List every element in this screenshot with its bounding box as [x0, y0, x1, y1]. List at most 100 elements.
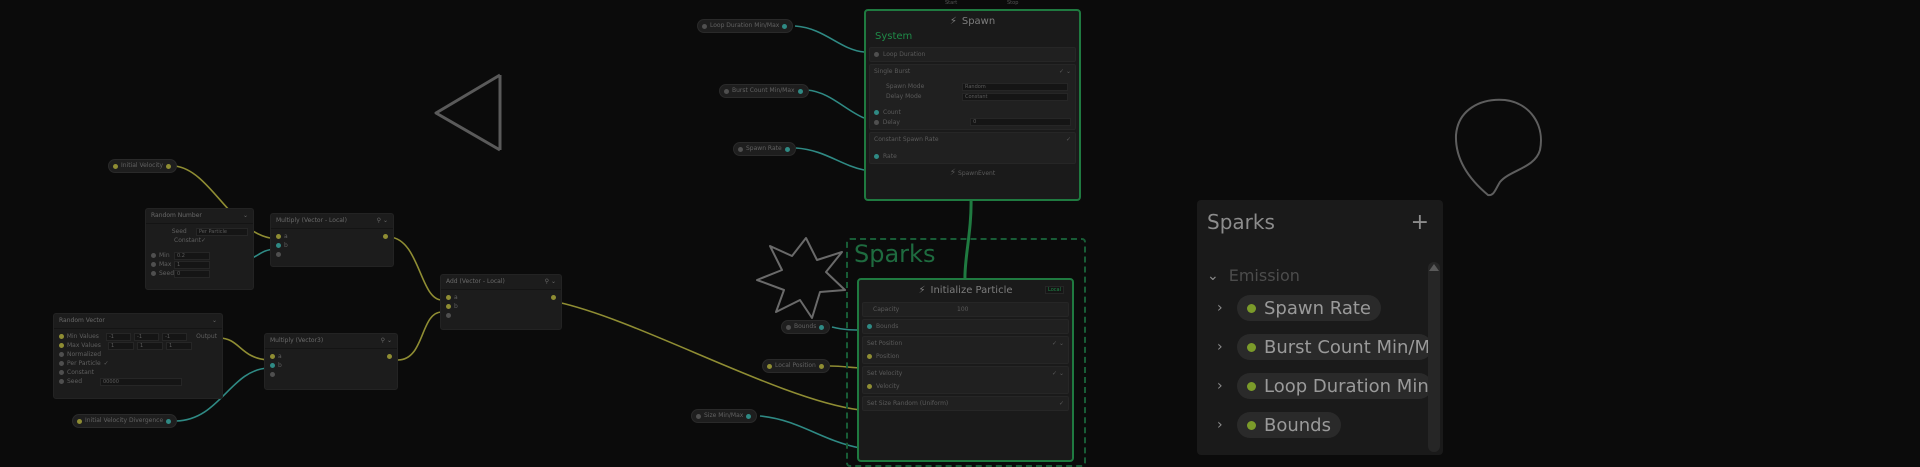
property-label[interactable]: Spawn Rate: [1264, 298, 1371, 319]
max-y-field[interactable]: 1: [137, 341, 163, 350]
port-icon[interactable]: [151, 262, 156, 267]
blackboard-item[interactable]: › Bounds: [1217, 412, 1341, 438]
context-spawn[interactable]: ⚡ Spawn System Loop Duration Single Burst…: [864, 9, 1081, 201]
min-x-field[interactable]: -1: [105, 332, 132, 341]
spawn-mode-dropdown[interactable]: Random: [962, 83, 1068, 91]
port-icon[interactable]: [276, 243, 281, 248]
property-initial-velocity[interactable]: Initial Velocity: [108, 159, 178, 173]
port-icon[interactable]: [59, 334, 64, 339]
blackboard-item[interactable]: › Spawn Rate: [1217, 295, 1382, 321]
blackboard-item[interactable]: › Burst Count Min/Max: [1217, 334, 1432, 360]
delay-mode-dropdown[interactable]: Constant: [962, 93, 1068, 101]
checkbox-icon[interactable]: ✓: [1059, 400, 1064, 407]
chevron-right-icon[interactable]: ›: [1217, 378, 1227, 394]
port-icon[interactable]: [867, 324, 872, 329]
port-icon[interactable]: [59, 343, 64, 348]
port-icon[interactable]: [746, 413, 752, 419]
chevron-right-icon[interactable]: ›: [1217, 339, 1227, 355]
port-icon[interactable]: [59, 370, 64, 375]
chevron-down-icon[interactable]: ⌄: [1207, 268, 1219, 284]
chevron-down-icon[interactable]: ⌄: [243, 209, 248, 223]
block-set-size-random[interactable]: Set Size Random (Uniform) ✓: [862, 396, 1069, 411]
block-set-position[interactable]: Set Position ✓ ⌄ Position: [862, 336, 1069, 364]
scroll-up-icon[interactable]: [1429, 264, 1439, 271]
port-icon[interactable]: [151, 253, 156, 258]
property-initial-velocity-divergence[interactable]: Initial Velocity Divergence: [72, 414, 178, 428]
port-icon[interactable]: [270, 363, 275, 368]
node-random-vector[interactable]: Random Vector ⌄ Min Values -1 -1 -1 Output Ma…: [53, 313, 223, 399]
port-icon[interactable]: [59, 379, 64, 384]
port-icon[interactable]: [276, 234, 281, 239]
port-icon[interactable]: [383, 234, 388, 239]
port-icon[interactable]: [819, 324, 825, 330]
port-icon[interactable]: [166, 418, 172, 424]
property-burst-count[interactable]: Burst Count Min/Max: [719, 84, 809, 98]
property-loop-duration[interactable]: Loop Duration Min/Max: [697, 19, 794, 33]
port-icon[interactable]: [59, 361, 64, 366]
seed-dropdown[interactable]: Per Particle: [195, 227, 248, 236]
port-icon[interactable]: [446, 295, 451, 300]
scrollbar[interactable]: [1428, 262, 1440, 452]
delay-field[interactable]: 0: [970, 118, 1071, 126]
port-icon[interactable]: [270, 354, 275, 359]
property-bounds[interactable]: Bounds: [781, 320, 831, 334]
property-local-position[interactable]: Local Position: [762, 359, 830, 373]
min-y-field[interactable]: -1: [134, 332, 160, 341]
space-badge[interactable]: Local: [1045, 286, 1064, 294]
port-icon[interactable]: [276, 252, 281, 257]
port-icon[interactable]: [867, 354, 872, 359]
port-icon[interactable]: [874, 119, 879, 125]
block-single-burst[interactable]: Single Burst ✓ ⌄ Spawn Mode Random Delay M…: [869, 64, 1076, 130]
max-field[interactable]: 1: [174, 260, 210, 269]
port-icon[interactable]: [782, 23, 788, 29]
port-icon[interactable]: [387, 354, 392, 359]
min-field[interactable]: 0.2: [174, 251, 210, 260]
section-emission[interactable]: ⌄ Emission: [1207, 266, 1300, 285]
port-icon[interactable]: [818, 363, 824, 369]
blackboard-item[interactable]: › Loop Duration Min/M: [1217, 373, 1432, 399]
property-size-minmax[interactable]: Size Min/Max: [691, 409, 758, 423]
node-add-vector-local[interactable]: Add (Vector - Local) ⚲ ⌄ a b: [440, 274, 562, 330]
max-x-field[interactable]: 1: [108, 341, 134, 350]
min-z-field[interactable]: -1: [162, 332, 188, 341]
checkbox-icon[interactable]: ✓: [201, 236, 206, 245]
add-property-button[interactable]: +: [1411, 212, 1429, 234]
chevron-down-icon[interactable]: ⌄: [212, 314, 217, 328]
system-title[interactable]: Sparks: [854, 240, 935, 268]
search-icon[interactable]: ⚲ ⌄: [377, 214, 388, 228]
checkbox-icon[interactable]: ✓: [1066, 136, 1071, 143]
vfx-graph-canvas[interactable]: Initial Velocity Initial Velocity Diverg…: [0, 0, 1920, 467]
capacity-field[interactable]: 100: [957, 306, 968, 313]
seed-field[interactable]: 0: [174, 269, 210, 278]
checkbox-icon[interactable]: ✓ ⌄: [1052, 370, 1064, 377]
blackboard-panel[interactable]: Sparks + ⌄ Emission › Spawn Rate › Burst…: [1197, 200, 1443, 455]
chevron-right-icon[interactable]: ›: [1217, 417, 1227, 433]
node-multiply-vector-local[interactable]: Multiply (Vector - Local) ⚲ ⌄ a b: [270, 213, 394, 267]
property-spawn-rate[interactable]: Spawn Rate: [733, 142, 796, 156]
port-icon[interactable]: [874, 52, 879, 57]
block-set-velocity[interactable]: Set Velocity ✓ ⌄ Velocity: [862, 366, 1069, 394]
port-icon[interactable]: [59, 352, 64, 357]
port-icon[interactable]: [797, 88, 803, 94]
port-icon[interactable]: [867, 384, 872, 389]
context-initialize-particle[interactable]: ⚡ Initialize Particle Local Capacity 100 Bo…: [857, 278, 1074, 462]
node-random-number[interactable]: Random Number ⌄ Seed Per Particle Constant…: [145, 208, 254, 290]
property-label[interactable]: Burst Count Min/Max: [1264, 337, 1432, 358]
port-icon[interactable]: [151, 271, 156, 276]
property-label[interactable]: Loop Duration Min/M: [1264, 376, 1432, 397]
block-constant-spawn-rate[interactable]: Constant Spawn Rate ✓ Rate: [869, 132, 1076, 164]
checkbox-icon[interactable]: ✓ ⌄: [1052, 340, 1064, 347]
seed-field[interactable]: 00000: [100, 377, 182, 386]
port-icon[interactable]: [874, 110, 879, 115]
node-multiply-vector3[interactable]: Multiply (Vector3) ⚲ ⌄ a b: [264, 333, 398, 390]
port-icon[interactable]: [446, 313, 451, 318]
port-icon[interactable]: [874, 154, 879, 159]
search-icon[interactable]: ⚲ ⌄: [381, 334, 392, 348]
chevron-right-icon[interactable]: ›: [1217, 300, 1227, 316]
checkbox-icon[interactable]: ✓: [104, 359, 109, 368]
checkbox-icon[interactable]: ✓ ⌄: [1059, 68, 1071, 75]
port-icon[interactable]: [446, 304, 451, 309]
spawn-event-label[interactable]: SpawnEvent: [958, 170, 995, 177]
search-icon[interactable]: ⚲ ⌄: [545, 275, 556, 289]
port-icon[interactable]: [270, 372, 275, 377]
